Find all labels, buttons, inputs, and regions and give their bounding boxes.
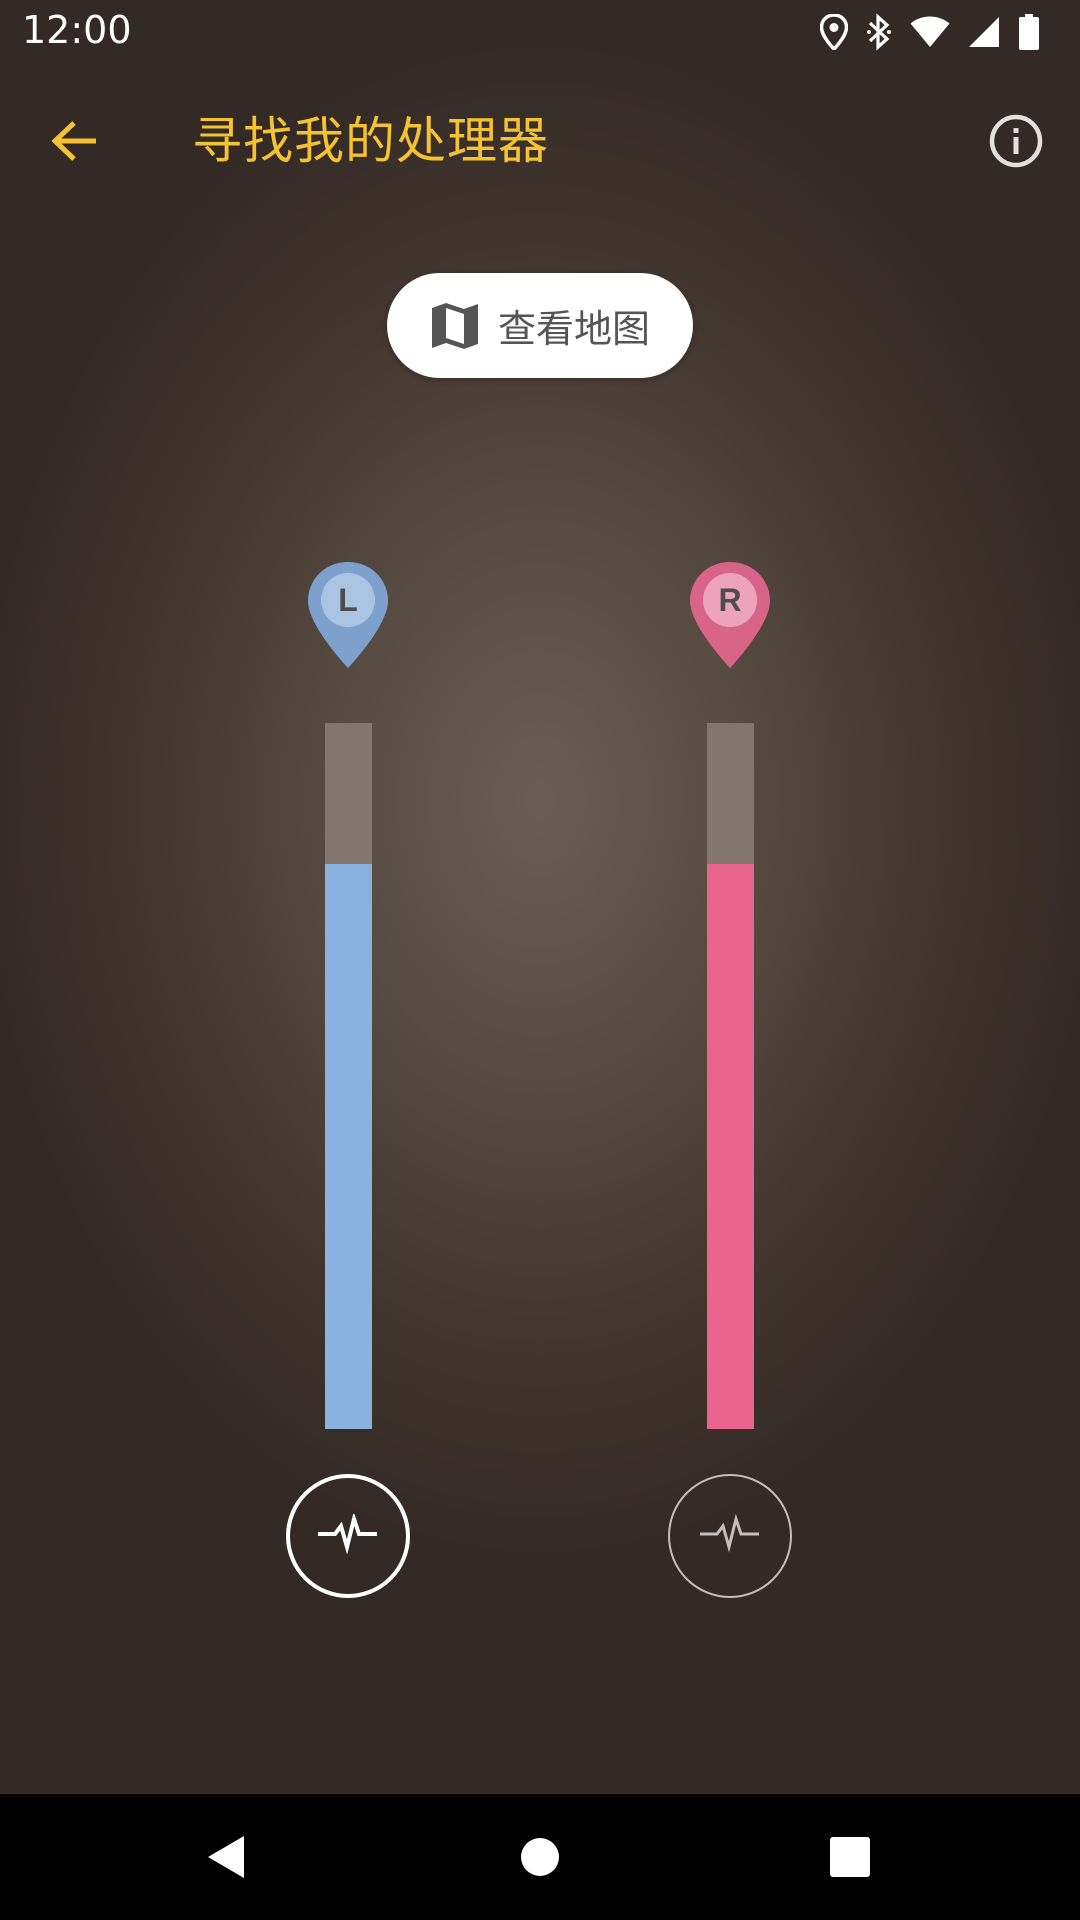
pulse-icon xyxy=(315,1511,381,1558)
nav-home-button[interactable] xyxy=(500,1819,580,1899)
right-pulse-button[interactable] xyxy=(668,1474,792,1598)
nav-recents-icon xyxy=(829,1836,871,1882)
screen: 12:00 寻找我的处理器 查看地图 L R xyxy=(0,0,1080,1920)
app-bar: 寻找我的处理器 xyxy=(0,63,1080,210)
status-icons xyxy=(802,12,1040,52)
status-bar: 12:00 xyxy=(0,0,1080,63)
pulse-icon xyxy=(697,1513,763,1558)
back-button[interactable] xyxy=(34,103,114,183)
wifi-icon xyxy=(892,16,950,48)
signal-icon xyxy=(950,16,1000,48)
bluetooth-icon xyxy=(848,13,892,51)
status-time: 12:00 xyxy=(22,8,132,52)
left-signal-fill xyxy=(325,864,372,1429)
right-signal-fill xyxy=(707,864,754,1429)
navigation-bar xyxy=(0,1794,1080,1920)
view-map-label: 查看地图 xyxy=(497,307,650,351)
nav-back-button[interactable] xyxy=(186,1819,266,1899)
info-icon xyxy=(989,114,1043,172)
page-title: 寻找我的处理器 xyxy=(192,112,549,170)
location-icon xyxy=(802,14,848,50)
arrow-back-icon xyxy=(50,119,98,167)
left-pulse-button[interactable] xyxy=(286,1474,410,1598)
nav-back-icon xyxy=(204,1834,248,1884)
nav-home-icon xyxy=(520,1837,560,1881)
left-signal-meter xyxy=(325,723,372,1429)
map-icon xyxy=(430,302,480,350)
battery-icon xyxy=(1000,14,1040,50)
left-side-letter: L xyxy=(338,582,358,618)
nav-recents-button[interactable] xyxy=(810,1819,890,1899)
right-signal-meter xyxy=(707,723,754,1429)
info-button[interactable] xyxy=(976,103,1056,183)
view-map-button[interactable]: 查看地图 xyxy=(387,273,693,378)
right-side-letter: R xyxy=(718,582,742,618)
